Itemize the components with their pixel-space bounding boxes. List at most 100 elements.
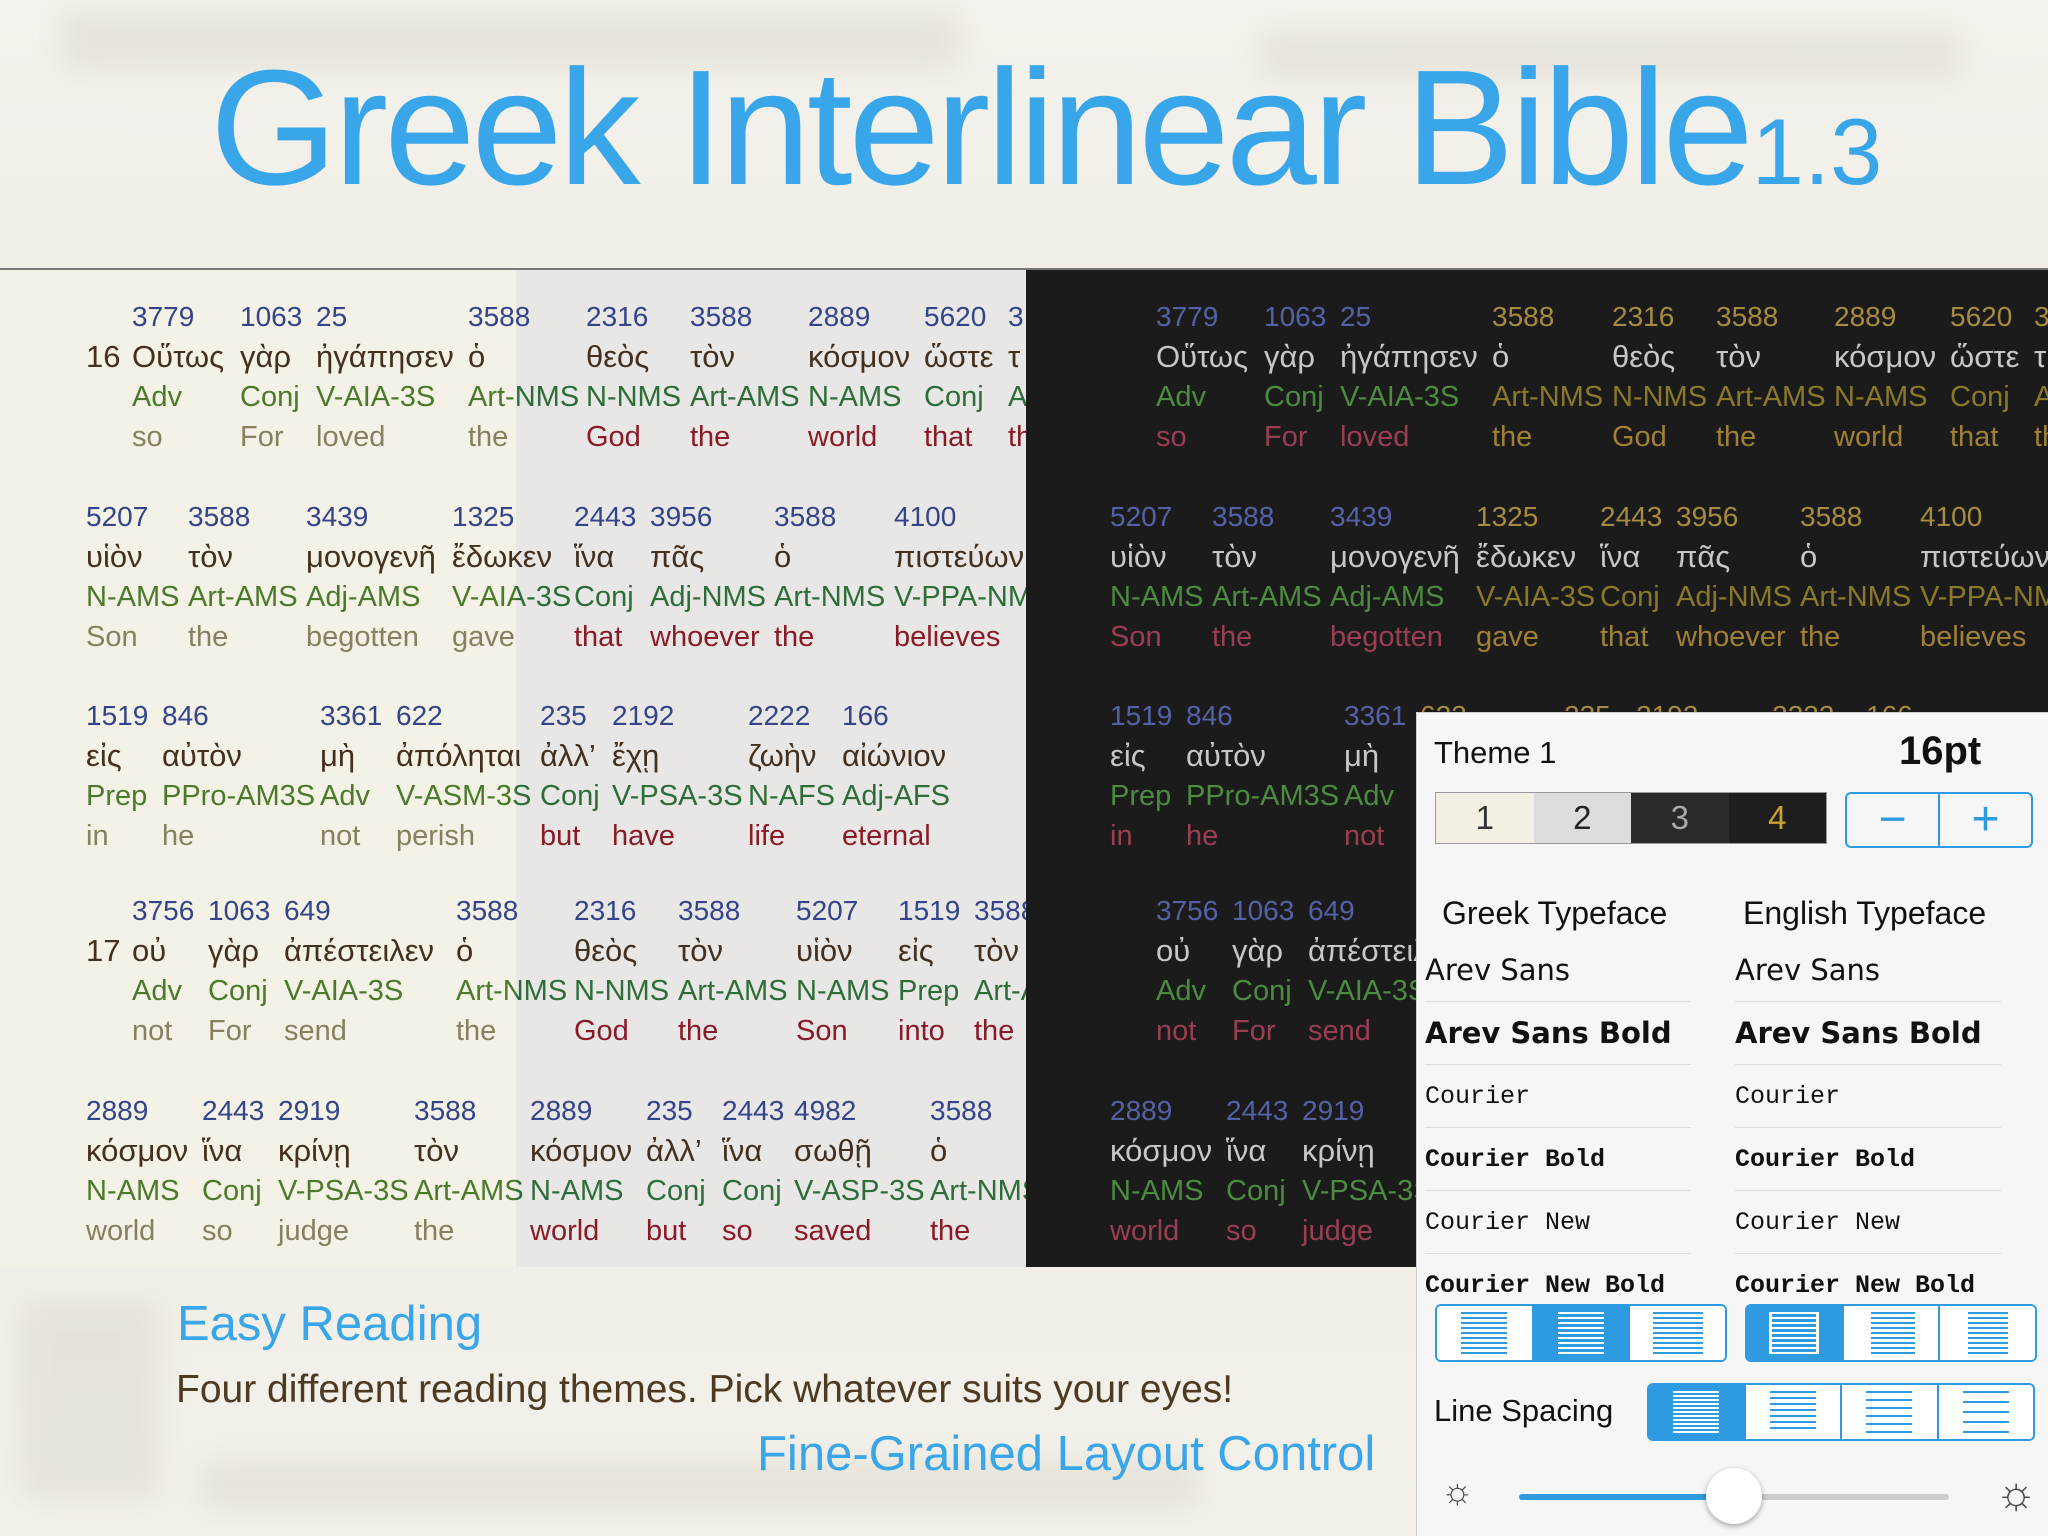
word-column[interactable]: 166 αἰώνιον Adj-AFS eternal xyxy=(842,696,950,856)
word-column[interactable]: 622 ἀπόληται V-ASM-3S perish xyxy=(516,696,531,856)
word-column[interactable]: 4100 πιστεύων V-PPA-NM believes xyxy=(1920,497,2048,657)
word-column[interactable]: 3588ὁArt-NMSthe xyxy=(1800,497,1911,657)
word-column[interactable]: 3779 Οὕτως Adv so xyxy=(1156,297,1248,457)
column-option[interactable] xyxy=(1843,1306,1941,1360)
word-column[interactable]: 2889 κόσμον N-AMS world xyxy=(86,1091,188,1251)
word-column[interactable]: 2443 ἵνα Conj that xyxy=(1600,497,1662,657)
english-font-option[interactable]: Arev Sans Bold xyxy=(1735,1002,2001,1065)
theme-1-button[interactable]: 1 xyxy=(1436,793,1534,843)
word-column[interactable]: 1325ἔδωκενV-AIA-3Sgave xyxy=(452,497,516,657)
word-column[interactable]: 2919 κρίνῃ V-PSA-3S judge xyxy=(1302,1091,1433,1251)
word-column[interactable]: 3439 μονογενῆ Adj-AMS begotten xyxy=(1330,497,1460,657)
word-column[interactable]: 3956 πᾶς Adj-NMS whoever xyxy=(650,497,766,657)
word-column[interactable]: 2443 ἵνα Conj that xyxy=(574,497,636,657)
word-column[interactable]: 1063 γὰρ Conj For xyxy=(240,297,302,457)
word-column[interactable]: 2192 ἔχῃ V-PSA-3S have xyxy=(612,696,743,856)
brightness-slider[interactable] xyxy=(1519,1468,1949,1524)
word-column[interactable]: 3588ὁArt-NMSthe xyxy=(468,297,516,457)
word-column[interactable]: 2889 κόσμον N-AMS world xyxy=(808,297,910,457)
greek-font-option[interactable]: Courier New xyxy=(1425,1191,1691,1254)
word-column[interactable]: 1325ἔδωκενV-AIA-3Sgave xyxy=(516,497,571,657)
word-column[interactable]: 3779 Οὕτως Adv so xyxy=(132,297,224,457)
word-column[interactable]: 3439 μονογενῆ Adj-AMS begotten xyxy=(306,497,436,657)
word-column[interactable]: 2443 ἵνα Conj so xyxy=(202,1091,264,1251)
word-column[interactable]: 235 ἀλλ’ Conj but xyxy=(646,1091,706,1251)
theme-2-button[interactable]: 2 xyxy=(1533,793,1631,843)
word-column[interactable]: 2889 κόσμον N-AMS world xyxy=(1110,1091,1212,1251)
word-column[interactable]: 4982 σωθῇ V-ASP-3S saved xyxy=(794,1091,925,1251)
word-column[interactable]: 1063 γὰρ Conj For xyxy=(1232,891,1294,1051)
greek-font-option[interactable]: Courier xyxy=(1425,1065,1691,1128)
word-column[interactable]: 25 ἠγάπησεν V-AIA-3S loved xyxy=(316,297,454,457)
word-column[interactable]: 1519 εἰς Prep in xyxy=(1110,696,1172,856)
word-column[interactable]: 3588τὸνArt-AMSthe xyxy=(690,297,800,457)
word-column[interactable]: 2316 θεὸς N-NMS God xyxy=(586,297,681,457)
column-option[interactable] xyxy=(1940,1306,2035,1360)
word-column[interactable]: 5620 ὥστε Conj that xyxy=(924,297,993,457)
verse-number[interactable]: 16 xyxy=(86,337,120,377)
word-column[interactable]: 3588 τὸν Art-A the xyxy=(974,891,1026,1051)
word-column[interactable]: 3361 μὴ Adv not xyxy=(1344,696,1406,856)
word-column[interactable]: 3588ὁArt-NMSthe xyxy=(1492,297,1603,457)
word-column[interactable]: 2443 ἵνα Conj so xyxy=(1226,1091,1288,1251)
word-column[interactable]: 1063 γὰρ Conj For xyxy=(208,891,270,1051)
word-column[interactable]: 1063 γὰρ Conj For xyxy=(1264,297,1326,457)
line-spacing-option[interactable] xyxy=(1938,1385,2033,1439)
word-column[interactable]: 235 ἀλλ’ Conj but xyxy=(540,696,600,856)
english-font-option[interactable]: Arev Sans xyxy=(1735,939,2001,1002)
word-column[interactable]: 622 ἀπόληται V-ASM-3S perish xyxy=(396,696,516,856)
brightness-slider-knob[interactable] xyxy=(1706,1468,1762,1524)
greek-font-option[interactable]: Courier Bold xyxy=(1425,1128,1691,1191)
word-column[interactable]: 2889 κόσμον N-AMS world xyxy=(1834,297,1936,457)
verse-number[interactable]: 17 xyxy=(86,931,120,971)
word-column[interactable]: 3361 μὴ Adv not xyxy=(320,696,382,856)
word-column[interactable]: 3588ὁArt-NMSthe xyxy=(930,1091,1026,1251)
word-column[interactable]: 3588ὁArt-NMSthe xyxy=(456,891,516,1051)
word-column[interactable]: 846 αὐτὸν PPro-AM3S he xyxy=(1186,696,1339,856)
word-column[interactable]: 5207 υἱὸν N-AMS Son xyxy=(86,497,179,657)
word-column[interactable]: 5620 ὥστε Conj that xyxy=(1950,297,2019,457)
word-column[interactable]: 3756 οὐ Adv not xyxy=(132,891,194,1051)
word-column[interactable]: 1519 εἰς Prep in xyxy=(86,696,148,856)
line-spacing-option[interactable] xyxy=(1649,1385,1746,1439)
word-column[interactable]: 1325ἔδωκενV-AIA-3Sgave xyxy=(1476,497,1595,657)
theme-4-button[interactable]: 4 xyxy=(1728,793,1826,843)
word-column[interactable]: 846 αὐτὸν PPro-AM3S he xyxy=(162,696,315,856)
word-column[interactable]: 1519 εἰς Prep into xyxy=(898,891,960,1051)
word-column[interactable]: 3 τAth xyxy=(2034,297,2048,457)
word-column[interactable]: 2919 κρίνῃ V-PSA-3S judge xyxy=(278,1091,409,1251)
word-column[interactable]: 649 ἀπέστειλεν V-AIA-3S send xyxy=(284,891,434,1051)
word-column[interactable]: 25 ἠγάπησεν V-AIA-3S loved xyxy=(1340,297,1478,457)
word-column[interactable]: 5207 υἱὸν N-AMS Son xyxy=(1110,497,1203,657)
increase-font-button[interactable]: + xyxy=(1940,794,2031,846)
word-column[interactable]: 5207 υἱὸν N-AMS Son xyxy=(796,891,889,1051)
word-column[interactable]: 3588τὸνArt-AMSthe xyxy=(678,891,788,1051)
decrease-font-button[interactable]: − xyxy=(1847,794,1940,846)
line-spacing-option[interactable] xyxy=(1745,1385,1842,1439)
word-column[interactable]: 3956 πᾶς Adj-NMS whoever xyxy=(1676,497,1792,657)
word-column[interactable]: 2889 κόσμον N-AMS world xyxy=(530,1091,632,1251)
word-column[interactable]: 2222 ζωὴν N-AFS life xyxy=(748,696,835,856)
word-column[interactable]: 2316 θεὸς N-NMS God xyxy=(574,891,669,1051)
layout-option[interactable] xyxy=(1630,1306,1725,1360)
word-column[interactable]: 3588τὸνArt-AMSthe xyxy=(1716,297,1826,457)
word-column[interactable]: 3588τὸνArt-AMSthe xyxy=(414,1091,516,1251)
greek-font-option[interactable]: Arev Sans xyxy=(1425,939,1691,1002)
english-font-option[interactable]: Courier New xyxy=(1735,1191,2001,1254)
greek-font-option[interactable]: Arev Sans Bold xyxy=(1425,1002,1691,1065)
word-column[interactable]: 3588ὁArt-NMSthe xyxy=(774,497,885,657)
theme-3-button[interactable]: 3 xyxy=(1631,793,1729,843)
line-spacing-option[interactable] xyxy=(1842,1385,1939,1439)
english-font-option[interactable]: Courier xyxy=(1735,1065,2001,1128)
english-font-option[interactable]: Courier Bold xyxy=(1735,1128,2001,1191)
word-column[interactable]: 3588τὸνArt-AMSthe xyxy=(1212,497,1322,657)
word-column[interactable]: 4100 πιστεύων V-PPA-NM believes xyxy=(894,497,1026,657)
word-column[interactable]: 2316 θεὸς N-NMS God xyxy=(1612,297,1707,457)
word-column[interactable]: 2443 ἵνα Conj so xyxy=(722,1091,784,1251)
word-column[interactable]: 3588τὸνArt-AMSthe xyxy=(188,497,298,657)
layout-option[interactable] xyxy=(1437,1306,1534,1360)
layout-option[interactable] xyxy=(1533,1306,1631,1360)
word-column[interactable]: 3588ὁArt-NMSthe xyxy=(516,891,567,1051)
word-column[interactable]: 3588ὁArt-NMSthe xyxy=(516,297,579,457)
word-column[interactable]: 3588τὸνArt-AMSthe xyxy=(516,1091,524,1251)
